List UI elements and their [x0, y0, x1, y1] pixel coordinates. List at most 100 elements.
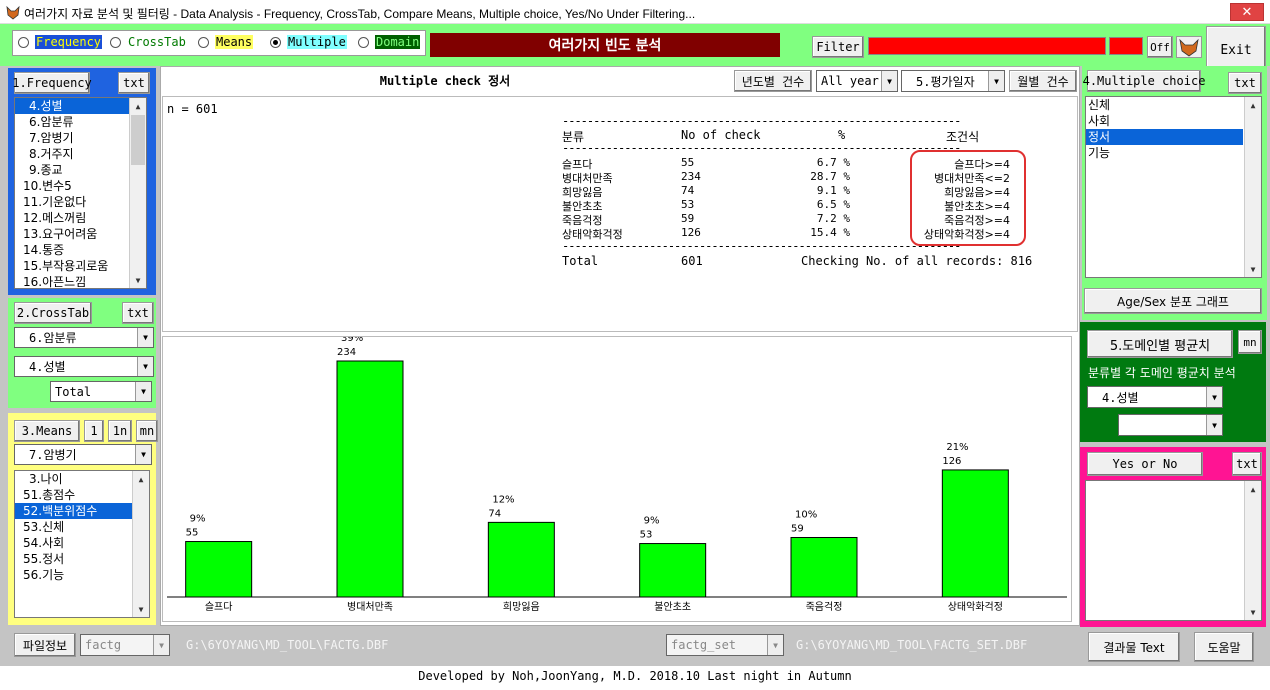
chevron-down-icon[interactable]: ▼: [988, 71, 1004, 91]
list-item[interactable]: 16.아픈느낌: [15, 274, 146, 288]
scroll-up-icon[interactable]: ▲: [1245, 481, 1261, 497]
list-item[interactable]: 52.백분위점수: [15, 503, 149, 519]
file-info-button[interactable]: 파일정보: [14, 633, 76, 657]
year-count-button[interactable]: 년도별 건수: [734, 70, 812, 92]
fox-button[interactable]: [1176, 36, 1202, 58]
chevron-down-icon[interactable]: ▼: [1206, 387, 1222, 407]
means-list[interactable]: 3.나이 51.총점수 52.백분위점수 53.신체 54.사회 55.정서 56.기능 ▲…: [14, 470, 150, 618]
multiple-txt-button[interactable]: txt: [1228, 72, 1262, 94]
year-select[interactable]: All year ▼: [816, 70, 898, 92]
radio-icon[interactable]: [358, 36, 369, 48]
scroll-thumb[interactable]: [131, 115, 145, 165]
radio-icon[interactable]: [18, 36, 29, 48]
means-mn-button[interactable]: mn: [136, 420, 158, 442]
chevron-down-icon[interactable]: ▼: [767, 635, 783, 655]
scroll-down-icon[interactable]: ▼: [1245, 261, 1261, 277]
chevron-down-icon[interactable]: ▼: [881, 71, 897, 91]
crosstab-button[interactable]: 2.CrossTab: [14, 302, 92, 324]
chevron-down-icon[interactable]: ▼: [153, 635, 169, 655]
filter-button[interactable]: Filter: [812, 36, 864, 58]
domain-sub-select[interactable]: ▼: [1118, 414, 1223, 436]
list-item[interactable]: 7.암병기: [15, 130, 146, 146]
scroll-up-icon[interactable]: ▲: [1245, 97, 1261, 113]
mode-radio-2[interactable]: Means: [198, 35, 254, 49]
mode-label[interactable]: Frequency: [35, 35, 103, 49]
yesno-txt-button[interactable]: txt: [1232, 452, 1262, 476]
set-file-select[interactable]: factg_set ▼: [666, 634, 784, 656]
radio-icon[interactable]: [270, 36, 281, 48]
month-count-button[interactable]: 월별 건수: [1009, 70, 1077, 92]
chevron-down-icon[interactable]: ▼: [135, 445, 151, 464]
mode-radio-3[interactable]: Multiple: [270, 35, 347, 49]
list-item[interactable]: 55.정서: [15, 551, 149, 567]
mode-label[interactable]: Domain: [375, 35, 421, 49]
mode-label[interactable]: Multiple: [287, 35, 347, 49]
chevron-down-icon[interactable]: ▼: [135, 382, 151, 401]
list-item[interactable]: 9.종교: [15, 162, 146, 178]
crosstab-txt-button[interactable]: txt: [122, 302, 154, 324]
radio-icon[interactable]: [110, 36, 121, 48]
chevron-down-icon[interactable]: ▼: [137, 357, 153, 376]
multiple-scrollbar[interactable]: ▲ ▼: [1244, 97, 1261, 277]
list-item[interactable]: 10.변수5: [15, 178, 146, 194]
means-1n-button[interactable]: 1n: [108, 420, 132, 442]
frequency-list[interactable]: 4.성별 6.암분류 7.암병기 8.거주지 9.종교 10.변수5 11.기운없다 12.메…: [14, 97, 147, 289]
list-item[interactable]: 11.기운없다: [15, 194, 146, 210]
chart-area: 9% 55 슬프다 39% 234 병대처만족 12% 74 희망잃음 9% 53 불안초초 10% 59…: [162, 333, 1072, 622]
frequency-button[interactable]: 1.Frequency: [12, 72, 92, 94]
multiple-choice-button[interactable]: 4.Multiple choice: [1083, 70, 1205, 92]
list-item[interactable]: 54.사회: [15, 535, 149, 551]
yes-or-no-button[interactable]: Yes or No: [1087, 452, 1203, 476]
list-item[interactable]: 56.기능: [15, 567, 149, 583]
list-item[interactable]: 4.성별: [15, 98, 146, 114]
domain-group-select[interactable]: 4.성별 ▼: [1087, 386, 1223, 408]
radio-icon[interactable]: [198, 36, 209, 48]
chevron-down-icon[interactable]: ▼: [137, 328, 153, 347]
mode-label[interactable]: Means: [215, 35, 254, 49]
scroll-down-icon[interactable]: ▼: [130, 272, 146, 288]
list-item[interactable]: 51.총점수: [15, 487, 149, 503]
domain-mn-button[interactable]: mn: [1238, 330, 1262, 354]
means-scrollbar[interactable]: ▲ ▼: [132, 471, 149, 617]
scroll-up-icon[interactable]: ▲: [133, 471, 149, 487]
result-text-button[interactable]: 결과물 Text: [1088, 632, 1180, 662]
list-item[interactable]: 6.암분류: [15, 114, 146, 130]
list-item[interactable]: 3.나이: [15, 471, 149, 487]
crosstab-row-select[interactable]: 6.암분류 ▼: [14, 327, 154, 348]
off-button[interactable]: Off: [1147, 36, 1173, 58]
mode-radio-4[interactable]: Domain: [358, 35, 421, 49]
list-item[interactable]: 신체: [1086, 97, 1243, 113]
help-button[interactable]: 도움말: [1194, 632, 1254, 662]
mode-label[interactable]: CrossTab: [127, 35, 187, 49]
list-item[interactable]: 기능: [1086, 145, 1243, 161]
list-item[interactable]: 53.신체: [15, 519, 149, 535]
scroll-down-icon[interactable]: ▼: [1245, 604, 1261, 620]
close-button[interactable]: ✕: [1230, 3, 1264, 21]
file-select[interactable]: factg ▼: [80, 634, 170, 656]
means-group-select[interactable]: 7.암병기 ▼: [14, 444, 152, 465]
date-select[interactable]: 5.평가일자 ▼: [901, 70, 1005, 92]
scroll-up-icon[interactable]: ▲: [130, 98, 146, 114]
list-item[interactable]: 사회: [1086, 113, 1243, 129]
crosstab-col-select[interactable]: 4.성별 ▼: [14, 356, 154, 377]
list-item[interactable]: 15.부작용괴로움: [15, 258, 146, 274]
mode-radio-0[interactable]: Frequency: [18, 35, 103, 49]
multiple-list[interactable]: 신체 사회 정서 기능 ▲ ▼: [1085, 96, 1262, 278]
yesno-list[interactable]: ▲ ▼: [1085, 480, 1262, 621]
agesex-graph-button[interactable]: Age/Sex 분포 그래프: [1084, 288, 1262, 314]
list-item[interactable]: 14.통증: [15, 242, 146, 258]
list-item[interactable]: 13.요구어려움: [15, 226, 146, 242]
means-button[interactable]: 3.Means: [14, 420, 80, 442]
list-item[interactable]: 8.거주지: [15, 146, 146, 162]
list-item[interactable]: 정서: [1086, 129, 1243, 145]
domain-average-button[interactable]: 5.도메인별 평균치: [1087, 330, 1233, 358]
means-1-button[interactable]: 1: [84, 420, 104, 442]
scroll-down-icon[interactable]: ▼: [133, 601, 149, 617]
frequency-scrollbar[interactable]: ▲ ▼: [129, 98, 146, 288]
yesno-scrollbar[interactable]: ▲ ▼: [1244, 481, 1261, 620]
list-item[interactable]: 12.메스꺼림: [15, 210, 146, 226]
mode-radio-1[interactable]: CrossTab: [110, 35, 187, 49]
frequency-txt-button[interactable]: txt: [118, 72, 150, 94]
chevron-down-icon[interactable]: ▼: [1206, 415, 1222, 435]
crosstab-total-select[interactable]: Total ▼: [50, 381, 152, 402]
